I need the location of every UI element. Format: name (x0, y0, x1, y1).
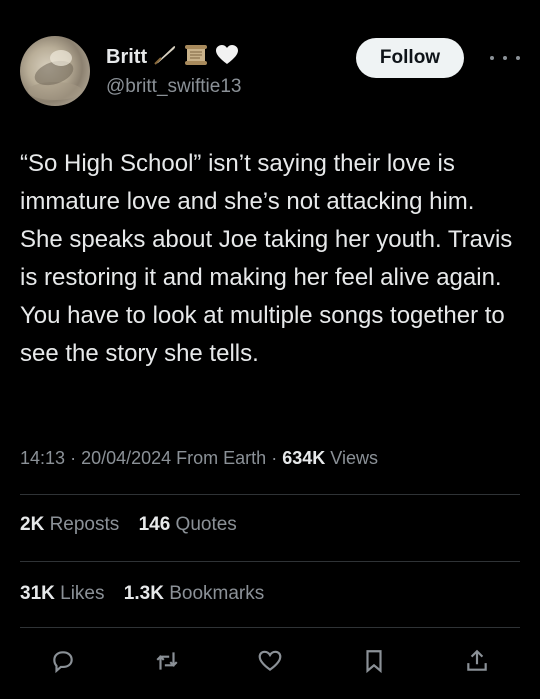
like-icon[interactable] (255, 646, 285, 676)
author-handle[interactable]: @britt_swiftie13 (106, 76, 241, 98)
divider (20, 494, 520, 495)
reply-icon[interactable] (48, 646, 78, 676)
tweet-time[interactable]: 14:13 (20, 448, 65, 468)
tweet-meta: 14:13 · 20/04/2024 From Earth · 634K Vie… (20, 448, 378, 468)
share-icon[interactable] (462, 646, 492, 676)
views-count: 634K (282, 448, 326, 468)
bookmark-icon[interactable] (359, 646, 389, 676)
quill-icon (153, 44, 177, 71)
white-heart-icon (215, 44, 239, 71)
stats-row-reposts: 2K Reposts 146 Quotes (20, 514, 251, 536)
author-name[interactable]: Britt (106, 46, 147, 69)
scroll-icon (183, 44, 209, 71)
tweet-date[interactable]: 20/04/2024 (81, 448, 171, 468)
tweet-location: From Earth (176, 448, 267, 468)
repost-icon[interactable] (152, 646, 182, 676)
author-name-row[interactable]: Britt (106, 44, 239, 71)
divider (20, 561, 520, 562)
quotes-stat[interactable]: 146 Quotes (139, 514, 237, 535)
stats-row-likes: 31K Likes 1.3K Bookmarks (20, 583, 278, 605)
follow-button[interactable]: Follow (356, 38, 464, 78)
reposts-stat[interactable]: 2K Reposts (20, 514, 119, 535)
action-bar (48, 646, 492, 676)
likes-stat[interactable]: 31K Likes (20, 583, 105, 604)
tweet-text: “So High School” isn’t saying their love… (20, 150, 513, 367)
divider (20, 627, 520, 628)
more-options-icon[interactable] (490, 46, 520, 70)
bookmarks-stat[interactable]: 1.3K Bookmarks (124, 583, 264, 604)
avatar[interactable] (20, 36, 90, 106)
views-label: Views (330, 448, 378, 468)
tweet-header: Britt @britt_swiftie13 Follow (20, 36, 520, 106)
